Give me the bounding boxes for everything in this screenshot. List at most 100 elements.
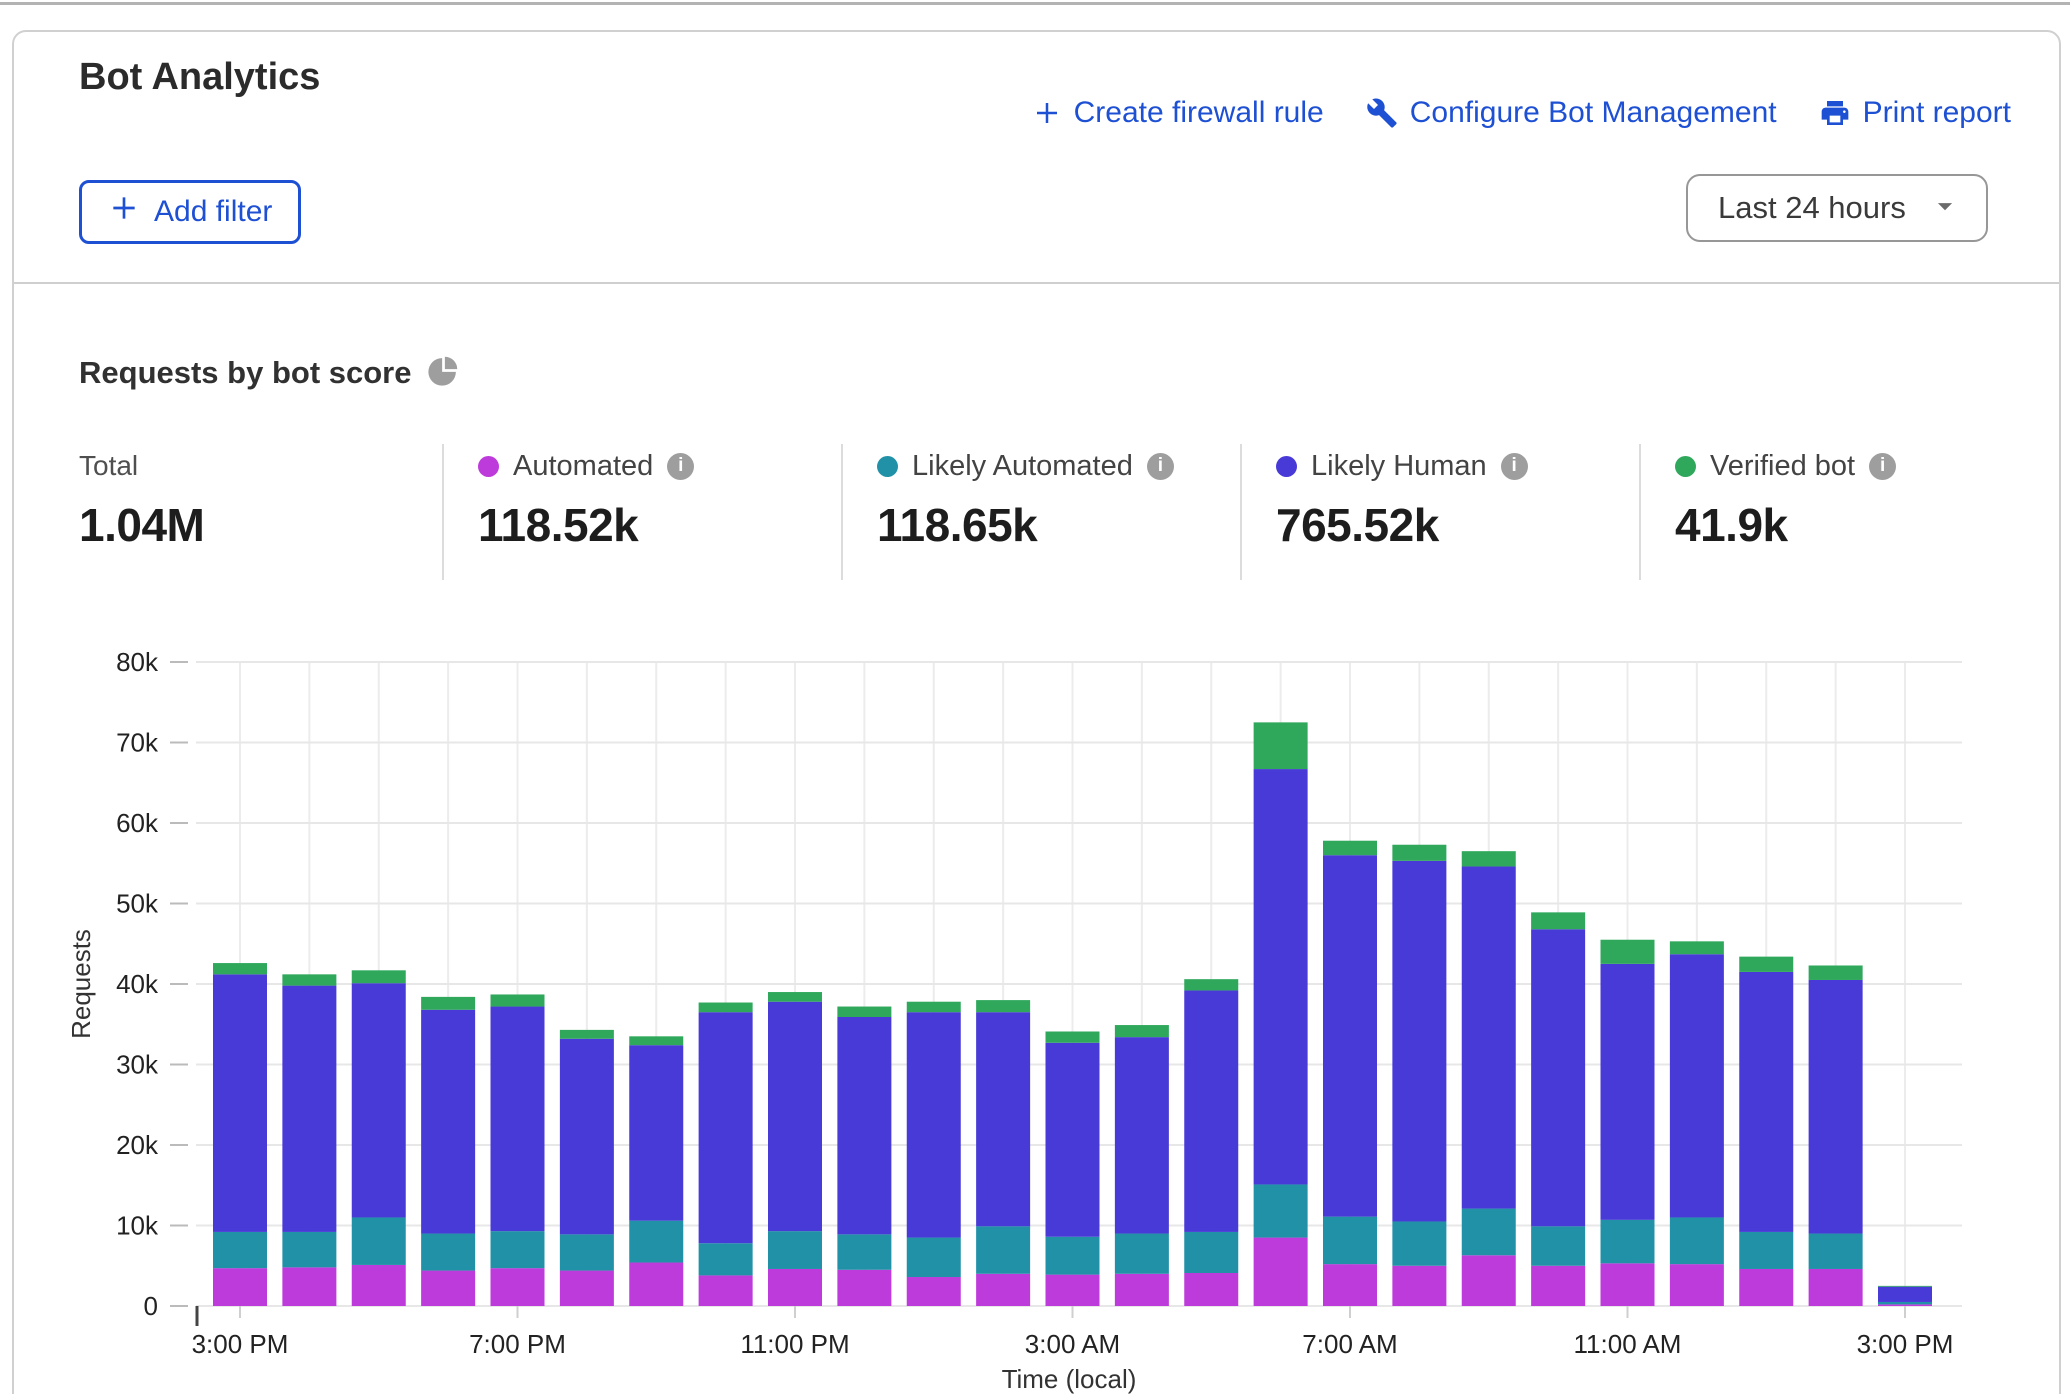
bar-segment-likely-human[interactable]: [1046, 1043, 1100, 1237]
bar-segment-likely-automated[interactable]: [837, 1234, 891, 1269]
time-range-select[interactable]: Last 24 hours: [1686, 174, 1988, 242]
info-icon[interactable]: i: [667, 453, 694, 480]
bar-segment-likely-human[interactable]: [491, 1007, 545, 1232]
bar-segment-automated[interactable]: [1878, 1304, 1932, 1306]
configure-bot-management-link[interactable]: Configure Bot Management: [1366, 96, 1777, 130]
bar-segment-verified-bot[interactable]: [560, 1030, 614, 1039]
bar-segment-automated[interactable]: [1392, 1266, 1446, 1306]
bar-segment-likely-automated[interactable]: [491, 1231, 545, 1268]
bar-segment-likely-automated[interactable]: [768, 1231, 822, 1269]
bar-segment-likely-automated[interactable]: [560, 1234, 614, 1270]
bar-segment-verified-bot[interactable]: [1323, 841, 1377, 855]
bar-segment-verified-bot[interactable]: [1254, 722, 1308, 769]
bar-segment-likely-automated[interactable]: [1878, 1302, 1932, 1304]
bar-segment-likely-automated[interactable]: [1046, 1237, 1100, 1275]
bar-segment-automated[interactable]: [1115, 1274, 1169, 1306]
bar-segment-automated[interactable]: [837, 1270, 891, 1306]
bar-segment-likely-human[interactable]: [976, 1012, 1030, 1226]
bar-segment-verified-bot[interactable]: [421, 997, 475, 1010]
bar-segment-verified-bot[interactable]: [768, 992, 822, 1002]
bar-segment-likely-automated[interactable]: [907, 1238, 961, 1277]
bar-segment-likely-human[interactable]: [213, 974, 267, 1232]
bar-segment-likely-automated[interactable]: [1184, 1232, 1238, 1273]
bar-segment-likely-automated[interactable]: [1670, 1217, 1724, 1264]
bar-segment-likely-automated[interactable]: [213, 1232, 267, 1268]
info-icon[interactable]: i: [1501, 453, 1528, 480]
bar-segment-automated[interactable]: [1462, 1255, 1516, 1306]
bar-segment-automated[interactable]: [768, 1269, 822, 1306]
bar-segment-likely-automated[interactable]: [699, 1243, 753, 1275]
bar-segment-automated[interactable]: [1046, 1275, 1100, 1306]
bar-segment-automated[interactable]: [282, 1267, 336, 1306]
bar-segment-verified-bot[interactable]: [1670, 941, 1724, 954]
bar-segment-verified-bot[interactable]: [1115, 1025, 1169, 1037]
bar-segment-automated[interactable]: [1809, 1269, 1863, 1306]
bar-segment-likely-human[interactable]: [1531, 929, 1585, 1226]
bar-segment-automated[interactable]: [560, 1271, 614, 1306]
bar-segment-verified-bot[interactable]: [837, 1007, 891, 1017]
bar-segment-verified-bot[interactable]: [1809, 965, 1863, 979]
bar-segment-verified-bot[interactable]: [1392, 845, 1446, 861]
bar-segment-verified-bot[interactable]: [1462, 851, 1516, 866]
bar-segment-verified-bot[interactable]: [1046, 1031, 1100, 1042]
bar-segment-likely-automated[interactable]: [976, 1226, 1030, 1273]
bar-segment-automated[interactable]: [907, 1277, 961, 1306]
bar-segment-likely-human[interactable]: [282, 986, 336, 1232]
bar-segment-likely-human[interactable]: [907, 1012, 961, 1237]
stacked-bar-chart[interactable]: 010k20k30k40k50k60k70k80k3:00 PM7:00 PM1…: [0, 600, 2070, 1394]
bar-segment-likely-automated[interactable]: [1809, 1234, 1863, 1269]
bar-segment-verified-bot[interactable]: [491, 994, 545, 1006]
bar-segment-verified-bot[interactable]: [629, 1036, 683, 1045]
bar-segment-likely-human[interactable]: [1739, 972, 1793, 1232]
bar-segment-automated[interactable]: [213, 1268, 267, 1306]
bar-segment-automated[interactable]: [1531, 1266, 1585, 1306]
bar-segment-likely-automated[interactable]: [1254, 1184, 1308, 1237]
bar-segment-verified-bot[interactable]: [976, 1000, 1030, 1012]
bar-segment-likely-automated[interactable]: [1462, 1209, 1516, 1256]
bar-segment-likely-automated[interactable]: [1115, 1234, 1169, 1274]
print-report-link[interactable]: Print report: [1819, 96, 2011, 130]
bar-segment-verified-bot[interactable]: [213, 963, 267, 974]
bar-segment-likely-human[interactable]: [699, 1012, 753, 1243]
bar-segment-likely-automated[interactable]: [282, 1232, 336, 1267]
bar-segment-likely-automated[interactable]: [1601, 1220, 1655, 1263]
bar-segment-automated[interactable]: [1184, 1273, 1238, 1306]
bar-segment-automated[interactable]: [1323, 1264, 1377, 1306]
bar-segment-likely-human[interactable]: [560, 1039, 614, 1235]
bar-segment-likely-automated[interactable]: [421, 1234, 475, 1271]
bar-segment-verified-bot[interactable]: [907, 1002, 961, 1012]
bar-segment-automated[interactable]: [1739, 1269, 1793, 1306]
add-filter-button[interactable]: Add filter: [79, 180, 301, 244]
requests-by-bot-score-chart[interactable]: 010k20k30k40k50k60k70k80k3:00 PM7:00 PM1…: [0, 600, 2070, 1394]
bar-segment-verified-bot[interactable]: [699, 1003, 753, 1013]
bar-segment-likely-human[interactable]: [421, 1010, 475, 1234]
bar-segment-likely-human[interactable]: [837, 1017, 891, 1234]
bar-segment-automated[interactable]: [976, 1274, 1030, 1306]
bar-segment-likely-human[interactable]: [1670, 954, 1724, 1217]
info-icon[interactable]: i: [1869, 453, 1896, 480]
bar-segment-likely-human[interactable]: [1878, 1287, 1932, 1302]
bar-segment-verified-bot[interactable]: [282, 974, 336, 985]
bar-segment-likely-automated[interactable]: [1739, 1232, 1793, 1269]
bar-segment-automated[interactable]: [1670, 1264, 1724, 1306]
bar-segment-automated[interactable]: [491, 1268, 545, 1306]
bar-segment-likely-human[interactable]: [352, 983, 406, 1217]
bar-segment-verified-bot[interactable]: [1184, 979, 1238, 990]
bar-segment-automated[interactable]: [421, 1271, 475, 1306]
bar-segment-automated[interactable]: [629, 1263, 683, 1306]
bar-segment-verified-bot[interactable]: [1601, 940, 1655, 964]
bar-segment-likely-human[interactable]: [1184, 990, 1238, 1231]
bar-segment-likely-human[interactable]: [1462, 866, 1516, 1208]
bar-segment-likely-human[interactable]: [1392, 861, 1446, 1222]
bar-segment-verified-bot[interactable]: [352, 970, 406, 983]
bar-segment-likely-automated[interactable]: [352, 1217, 406, 1264]
bar-segment-likely-human[interactable]: [1254, 769, 1308, 1184]
bar-segment-verified-bot[interactable]: [1531, 912, 1585, 929]
bar-segment-automated[interactable]: [352, 1265, 406, 1306]
bar-segment-likely-human[interactable]: [1323, 855, 1377, 1216]
bar-segment-automated[interactable]: [1601, 1263, 1655, 1306]
bar-segment-likely-human[interactable]: [629, 1045, 683, 1220]
info-icon[interactable]: i: [1147, 453, 1174, 480]
bar-segment-automated[interactable]: [699, 1275, 753, 1306]
bar-segment-likely-human[interactable]: [1115, 1037, 1169, 1233]
